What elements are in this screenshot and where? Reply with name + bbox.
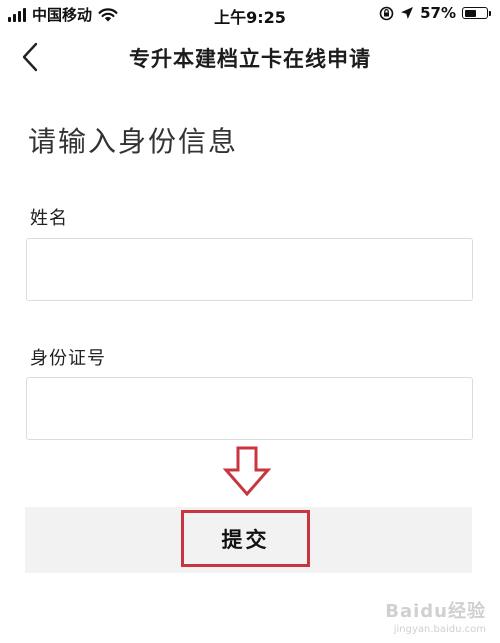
status-right: 57%	[379, 4, 491, 22]
watermark-url: jingyan.baidu.com	[393, 624, 486, 635]
battery-icon	[462, 7, 491, 19]
battery-percent: 57%	[420, 4, 456, 22]
submit-button[interactable]: 提交	[181, 510, 310, 567]
watermark-brand: Baidu经验	[385, 601, 486, 622]
battery-level-fill	[464, 9, 477, 17]
rotation-lock-icon	[379, 6, 394, 20]
location-arrow-icon	[401, 7, 414, 19]
baidu-jingyan-watermark: Baidu经验 jingyan.baidu.com	[385, 597, 486, 635]
down-arrow-icon	[222, 446, 272, 496]
page-title: 专升本建档立卡在线申请	[129, 47, 371, 71]
name-label: 姓名	[30, 208, 68, 229]
status-bar: 中国移动 上午9:25 57%	[0, 0, 500, 30]
nav-header: 专升本建档立卡在线申请	[0, 30, 500, 85]
id-number-label: 身份证号	[30, 348, 106, 369]
form-heading: 请输入身份信息	[28, 125, 239, 158]
id-number-input[interactable]	[26, 377, 473, 440]
name-input[interactable]	[26, 238, 473, 301]
